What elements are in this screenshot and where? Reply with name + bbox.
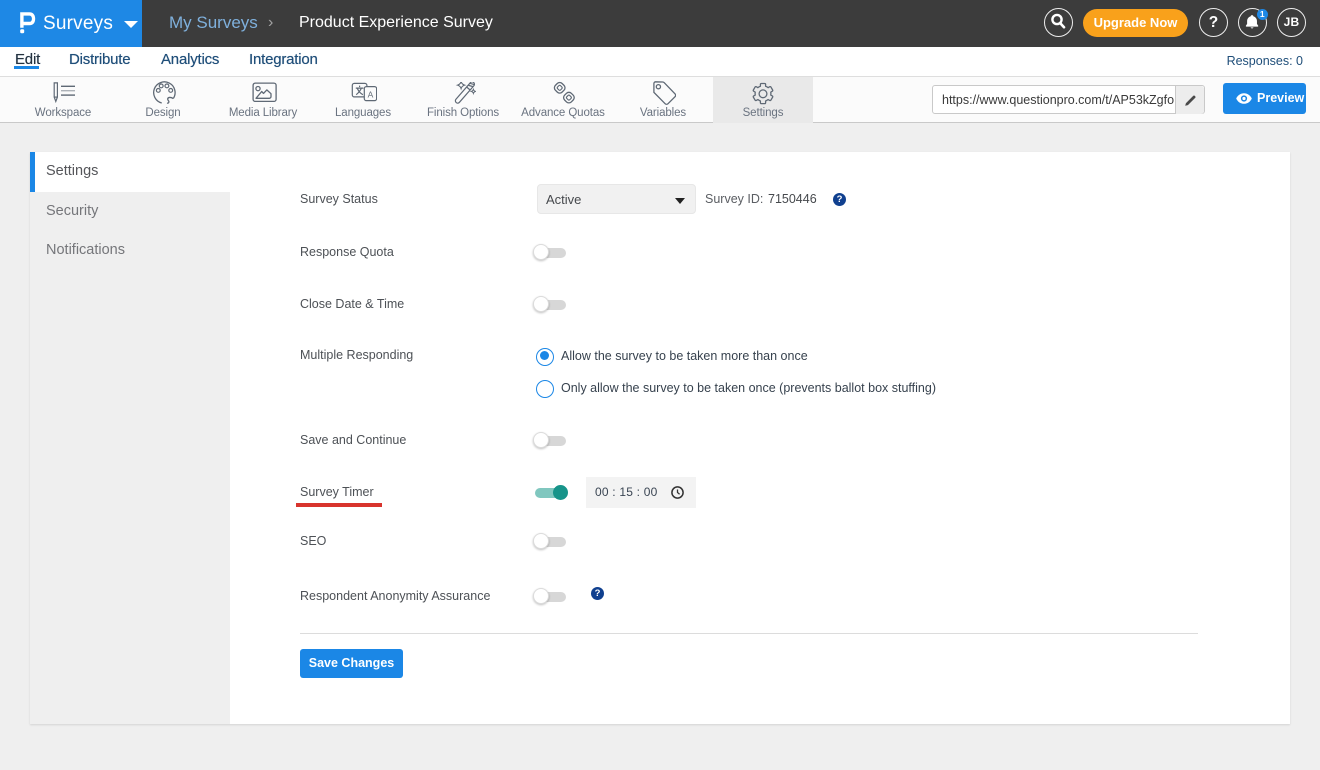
svg-text:A: A: [368, 89, 374, 99]
